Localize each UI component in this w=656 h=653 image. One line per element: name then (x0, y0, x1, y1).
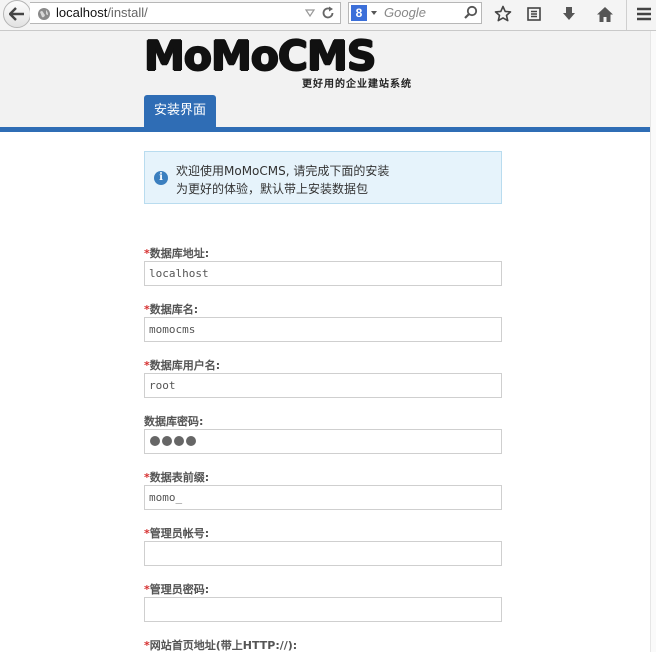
nav-tab-install[interactable]: 安装界面 (144, 95, 216, 128)
hamburger-menu-icon (637, 7, 651, 21)
db-password-label: 数据库密码: (144, 415, 204, 428)
site-header: MoMoCMS 更好用的企业建站系统 安装界面 (0, 31, 656, 128)
url-text: localhost/install/ (56, 5, 148, 20)
bookmark-star-button[interactable] (492, 3, 514, 25)
table-prefix-label: *数据表前缀: (144, 471, 210, 484)
admin-account-input[interactable] (144, 541, 502, 566)
toolbar-separator (626, 0, 627, 30)
bookmarks-list-icon (527, 7, 541, 21)
info-text-line-2: 为更好的体验，默认带上安装数据包 (176, 182, 369, 196)
db-host-input[interactable]: localhost (144, 261, 502, 286)
nav-underline-bar (0, 127, 652, 132)
home-icon (597, 6, 613, 22)
address-bar[interactable]: localhost/install/ (30, 2, 341, 24)
info-icon: i (154, 171, 168, 185)
db-name-input[interactable]: momocms (144, 317, 502, 342)
search-placeholder: Google (384, 5, 426, 20)
globe-icon (38, 8, 50, 20)
search-engine-icon[interactable]: 8 (351, 5, 367, 21)
browser-toolbar: localhost/install/ 8 Google (0, 0, 656, 31)
password-dot (150, 436, 160, 446)
password-dot (162, 436, 172, 446)
home-button[interactable] (594, 3, 616, 25)
site-logo[interactable]: MoMoCMS (144, 32, 376, 80)
chevron-down-icon[interactable] (371, 11, 377, 15)
download-arrow-icon (563, 7, 575, 20)
star-icon (494, 5, 512, 22)
back-arrow-icon (9, 7, 24, 21)
db-name-label: *数据库名: (144, 303, 199, 316)
password-dot (174, 436, 184, 446)
password-mask (150, 436, 196, 446)
install-page: MoMoCMS 更好用的企业建站系统 安装界面 i 欢迎使用MoMoCMS, 请… (0, 31, 656, 652)
menu-button[interactable] (633, 3, 655, 25)
bookmarks-menu-button[interactable] (523, 3, 545, 25)
admin-password-label: *管理员密码: (144, 583, 210, 596)
table-prefix-input[interactable]: momo_ (144, 485, 502, 510)
password-dot (186, 436, 196, 446)
site-slogan: 更好用的企业建站系统 (302, 79, 412, 90)
admin-password-input[interactable] (144, 597, 502, 622)
site-url-label: *网站首页地址(带上HTTP://): (144, 639, 298, 652)
db-password-input[interactable] (144, 429, 502, 454)
search-bar[interactable]: 8 Google (348, 2, 482, 24)
db-user-label: *数据库用户名: (144, 359, 221, 372)
back-button[interactable] (3, 0, 31, 28)
admin-account-label: *管理员帐号: (144, 527, 210, 540)
reload-icon[interactable] (321, 5, 335, 21)
search-icon[interactable] (463, 5, 479, 21)
welcome-info-box: i 欢迎使用MoMoCMS, 请完成下面的安装 为更好的体验，默认带上安装数据包 (144, 151, 502, 204)
db-host-label: *数据库地址: (144, 247, 210, 260)
info-text-line-1: 欢迎使用MoMoCMS, 请完成下面的安装 (176, 164, 390, 178)
downloads-button[interactable] (558, 3, 580, 25)
dropdown-triangle-icon[interactable] (304, 6, 316, 20)
db-user-input[interactable]: root (144, 373, 502, 398)
scrollbar-track[interactable] (650, 31, 656, 652)
